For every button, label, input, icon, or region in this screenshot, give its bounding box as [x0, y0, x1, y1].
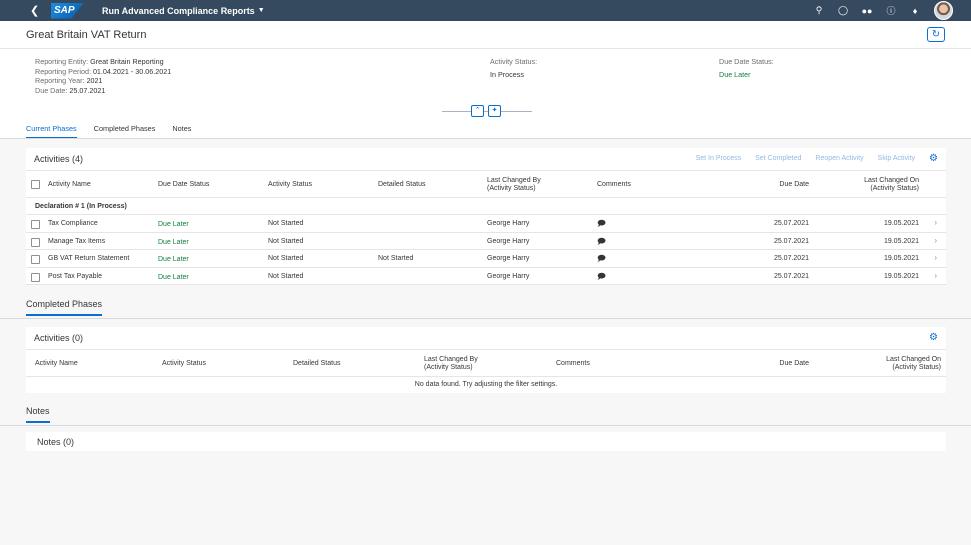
detailed-status: Not Started — [378, 255, 414, 262]
activities-title: Activities (4) — [34, 154, 84, 164]
reopen-activity-button[interactable]: Reopen Activity — [815, 155, 863, 164]
chevron-right-icon[interactable]: › — [934, 253, 937, 262]
refresh-button[interactable]: ↻ — [927, 27, 945, 42]
activity-status: Not Started — [268, 237, 304, 245]
table-header: Activity Name Activity Status Detailed S… — [26, 350, 946, 377]
activity-status: Not Started — [268, 255, 304, 262]
tab-completed-phases[interactable]: Completed Phases — [94, 124, 156, 139]
last-changed-on: 19.05.2021 — [883, 272, 919, 280]
row-checkbox[interactable] — [31, 255, 40, 264]
table-header: Activity Name Due Date Status Activity S… — [26, 171, 946, 198]
completed-activities-table: Activities (0) ⚙ Activity Name Activity … — [26, 327, 946, 393]
object-header: Great Britain VAT Return ↻ Reporting Ent… — [0, 21, 971, 139]
completed-phases-title: Completed Phases — [26, 299, 103, 316]
due-date: 25.07.2021 — [773, 237, 809, 245]
bell-icon[interactable]: ♦ — [909, 6, 921, 16]
chevron-down-icon[interactable]: ▼ — [258, 7, 265, 14]
last-changed-by: George Harry — [487, 272, 530, 280]
due-date-status: Due Later — [158, 273, 189, 281]
sap-logo[interactable]: SAP — [51, 2, 84, 19]
header-facet-due-status: Due Date Status: Due Later — [719, 57, 774, 79]
tab-notes[interactable]: Notes — [172, 124, 191, 139]
comments-icon[interactable]: 🗩 — [597, 236, 606, 250]
page-title: Great Britain VAT Return — [26, 29, 147, 41]
refresh-icon: ↻ — [931, 29, 941, 40]
activity-name: Manage Tax Items — [48, 237, 106, 245]
due-date: 25.07.2021 — [773, 220, 809, 227]
notes-title: Notes — [26, 406, 50, 423]
help-circle-icon[interactable]: ◯ — [837, 5, 849, 16]
set-completed-button[interactable]: Set Completed — [755, 155, 801, 164]
row-checkbox[interactable] — [31, 237, 40, 247]
set-in-process-button[interactable]: Set In Process — [696, 155, 742, 164]
tab-current-phases[interactable]: Current Phases — [26, 124, 77, 139]
header-facet-activity-status: Activity Status: In Process — [490, 57, 538, 79]
back-icon[interactable]: ❮ — [30, 4, 44, 17]
activity-name: GB VAT Return Statement — [48, 255, 130, 262]
due-date: 25.07.2021 — [773, 255, 809, 262]
search-icon[interactable]: ⚲ — [813, 5, 825, 16]
pin-header-button[interactable]: ✦ — [488, 105, 501, 117]
chevron-right-icon[interactable]: › — [934, 271, 937, 280]
gear-icon[interactable]: ⚙ — [929, 153, 938, 164]
header-collapse-bar: ⌃ ✦ — [442, 104, 532, 118]
collapse-header-button[interactable]: ⌃ — [471, 105, 484, 117]
anchor-bar: Current Phases Completed Phases Notes — [26, 124, 191, 139]
last-changed-by: George Harry — [487, 237, 530, 245]
activity-name: Tax Compliance — [48, 220, 98, 227]
select-all-checkbox[interactable] — [31, 180, 40, 189]
skip-activity-button[interactable]: Skip Activity — [878, 155, 915, 164]
group-header-row[interactable]: Declaration # 1 (In Process) — [26, 198, 946, 215]
activities-table: Activities (4) Set In Process Set Comple… — [26, 148, 946, 285]
due-date: 25.07.2021 — [773, 272, 809, 280]
due-date-status: Due Later — [158, 221, 189, 228]
table-row[interactable]: GB VAT Return Statement Due Later Not Star… — [26, 250, 946, 268]
notes-count: Notes (0) — [37, 437, 75, 447]
row-checkbox[interactable] — [31, 272, 40, 282]
shell-bar: ❮ SAP Run Advanced Compliance Reports ▼ … — [0, 0, 971, 21]
last-changed-on: 19.05.2021 — [883, 255, 919, 262]
last-changed-on: 19.05.2021 — [883, 237, 919, 245]
table-row[interactable]: Tax Compliance Due Later Not Started George… — [26, 215, 946, 233]
completed-activities-title: Activities (0) — [34, 333, 84, 343]
binoculars-icon[interactable]: ●● — [861, 6, 873, 16]
header-facet-reporting: Reporting Entity: Great Britain Reportin… — [35, 57, 172, 95]
chevron-right-icon[interactable]: › — [934, 218, 937, 227]
comments-icon[interactable]: 🗩 — [597, 253, 606, 267]
last-changed-on: 19.05.2021 — [883, 220, 919, 227]
gear-icon[interactable]: ⚙ — [929, 332, 938, 343]
comments-icon[interactable]: 🗩 — [597, 271, 606, 285]
notes-panel: Notes (0) — [26, 432, 946, 451]
activity-status: Not Started — [268, 272, 304, 280]
table-row[interactable]: Post Tax Payable Due Later Not Started Geor… — [26, 268, 946, 285]
pin-icon: ✦ — [491, 107, 498, 114]
due-date-status: Due Later — [158, 256, 189, 263]
last-changed-by: George Harry — [487, 255, 530, 262]
comments-icon[interactable]: 🗩 — [597, 218, 606, 232]
chevron-up-icon: ⌃ — [474, 107, 481, 114]
activity-name: Post Tax Payable — [48, 272, 102, 280]
last-changed-by: George Harry — [487, 220, 530, 227]
no-data-message: No data found. Try adjusting the filter … — [414, 381, 558, 388]
app-title[interactable]: Run Advanced Compliance Reports — [102, 6, 255, 16]
question-icon[interactable]: ⓘ — [885, 4, 897, 17]
avatar[interactable] — [934, 1, 953, 20]
due-date-status: Due Later — [158, 238, 189, 246]
table-row[interactable]: Manage Tax Items Due Later Not Started Geor… — [26, 233, 946, 250]
chevron-right-icon[interactable]: › — [934, 236, 937, 245]
activity-status: Not Started — [268, 220, 304, 227]
row-checkbox[interactable] — [31, 220, 40, 229]
